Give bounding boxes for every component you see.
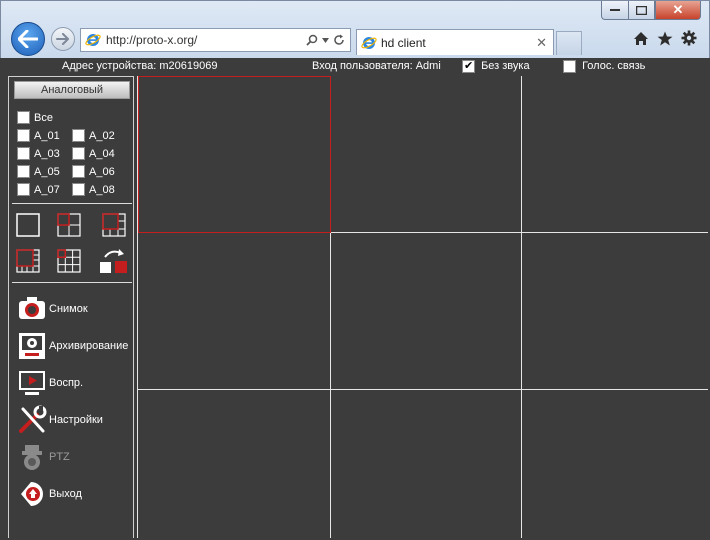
search-icon[interactable] xyxy=(306,34,318,46)
playback-icon xyxy=(19,371,45,395)
refresh-icon[interactable] xyxy=(333,34,345,46)
ie-logo-icon xyxy=(85,34,101,46)
tab-hd-client[interactable]: hd client ✕ xyxy=(356,29,554,55)
channel-label: A_07 xyxy=(34,183,60,196)
record-icon xyxy=(19,333,45,359)
divider xyxy=(12,203,132,204)
checkbox-a08[interactable] xyxy=(72,183,85,196)
checkbox-a04[interactable] xyxy=(72,147,85,160)
channel-a02[interactable]: A_02 xyxy=(72,129,115,142)
tab-close-icon[interactable]: ✕ xyxy=(536,35,547,51)
exit-icon xyxy=(21,482,43,506)
settings-tools-icon xyxy=(19,405,47,433)
channel-label: A_01 xyxy=(34,129,60,142)
user-login: Вход пользователя: Admi xyxy=(312,60,441,72)
camera-snapshot-icon xyxy=(19,297,45,319)
mute-label: Без звука xyxy=(481,60,530,73)
settings-gear-icon[interactable] xyxy=(681,30,697,46)
voice-label: Голос. связь xyxy=(582,60,646,73)
tab-ie-logo-icon xyxy=(361,36,377,49)
sidebar: Аналоговый Все A_01 A_02 A_03 A_04 A_05 … xyxy=(8,76,134,538)
minimize-button[interactable] xyxy=(601,1,628,20)
menu-label-playback: Воспр. xyxy=(49,377,84,389)
menu-label-settings: Настройки xyxy=(49,414,103,426)
menu-label-snapshot: Снимок xyxy=(49,303,88,315)
ptz-button[interactable]: PTZ xyxy=(17,442,70,472)
checkbox-a05[interactable] xyxy=(17,165,30,178)
back-arrow-icon xyxy=(18,30,38,48)
analog-group-button[interactable]: Аналоговый xyxy=(14,81,130,99)
layout-switch-icon[interactable] xyxy=(99,247,129,275)
channel-label: A_03 xyxy=(34,147,60,160)
divider xyxy=(12,282,132,283)
back-button[interactable] xyxy=(11,22,45,56)
grid-line xyxy=(137,389,708,390)
checkbox-a01[interactable] xyxy=(17,129,30,142)
channel-label: A_02 xyxy=(89,129,115,142)
layout-4-icon[interactable] xyxy=(57,213,81,237)
tab-title: hd client xyxy=(381,35,426,50)
selected-video-cell[interactable] xyxy=(138,76,331,233)
maximize-icon xyxy=(636,5,647,15)
checkbox-all[interactable] xyxy=(17,111,30,124)
checkbox-a06[interactable] xyxy=(72,165,85,178)
channel-a07[interactable]: A_07 xyxy=(17,183,60,196)
mute-checkbox[interactable] xyxy=(462,59,475,73)
client-page: Адрес устройства: m20619069 Вход пользов… xyxy=(0,58,710,540)
chevron-down-icon[interactable] xyxy=(322,37,329,43)
channel-a08[interactable]: A_08 xyxy=(72,183,115,196)
channel-label: A_08 xyxy=(89,183,115,196)
menu-label-ptz: PTZ xyxy=(49,451,70,463)
menu-label-exit: Выход xyxy=(49,488,82,500)
snapshot-button[interactable]: Снимок xyxy=(17,294,88,324)
settings-button[interactable]: Настройки xyxy=(17,405,103,435)
layout-8-icon[interactable] xyxy=(16,249,40,273)
new-tab-button[interactable] xyxy=(556,31,582,55)
layout-9-icon[interactable] xyxy=(57,249,81,273)
channel-all-label: Все xyxy=(34,111,53,124)
voice-checkbox[interactable] xyxy=(563,60,576,73)
close-icon: ✕ xyxy=(672,2,684,17)
playback-button[interactable]: Воспр. xyxy=(17,368,83,398)
layout-6-icon[interactable] xyxy=(102,213,126,237)
channel-label: A_04 xyxy=(89,147,115,160)
layout-1-icon[interactable] xyxy=(16,213,40,237)
channel-label: A_05 xyxy=(34,165,60,178)
record-button[interactable]: Архивирование xyxy=(17,331,128,361)
channel-a01[interactable]: A_01 xyxy=(17,129,60,142)
channel-a06[interactable]: A_06 xyxy=(72,165,115,178)
checkbox-a07[interactable] xyxy=(17,183,30,196)
close-window-button[interactable]: ✕ xyxy=(655,1,701,20)
grid-line xyxy=(521,76,522,538)
address-bar[interactable]: http://proto-x.org/ xyxy=(80,28,351,52)
exit-button[interactable]: Выход xyxy=(17,479,82,509)
favorites-star-icon[interactable] xyxy=(657,31,673,46)
forward-button[interactable] xyxy=(51,27,75,51)
channel-label: A_06 xyxy=(89,165,115,178)
checkbox-a03[interactable] xyxy=(17,147,30,160)
status-bar: Адрес устройства: m20619069 Вход пользов… xyxy=(0,58,710,76)
channel-a05[interactable]: A_05 xyxy=(17,165,60,178)
channel-all[interactable]: Все xyxy=(17,111,53,124)
channel-a03[interactable]: A_03 xyxy=(17,147,60,160)
window-controls: ✕ xyxy=(601,1,701,20)
menu-label-record: Архивирование xyxy=(49,340,129,352)
ptz-camera-icon xyxy=(22,445,42,470)
device-address: Адрес устройства: m20619069 xyxy=(62,60,218,72)
forward-arrow-icon xyxy=(56,33,69,45)
voice-toggle[interactable]: Голос. связь xyxy=(563,60,645,73)
mute-toggle[interactable]: Без звука xyxy=(462,59,530,73)
channel-a04[interactable]: A_04 xyxy=(72,147,115,160)
checkbox-a02[interactable] xyxy=(72,129,85,142)
maximize-button[interactable] xyxy=(628,1,655,20)
address-text: http://proto-x.org/ xyxy=(106,33,198,47)
browser-chrome: ✕ http://proto-x.org/ hd client ✕ xyxy=(0,0,710,58)
home-icon[interactable] xyxy=(633,31,649,46)
minimize-icon xyxy=(610,9,620,11)
